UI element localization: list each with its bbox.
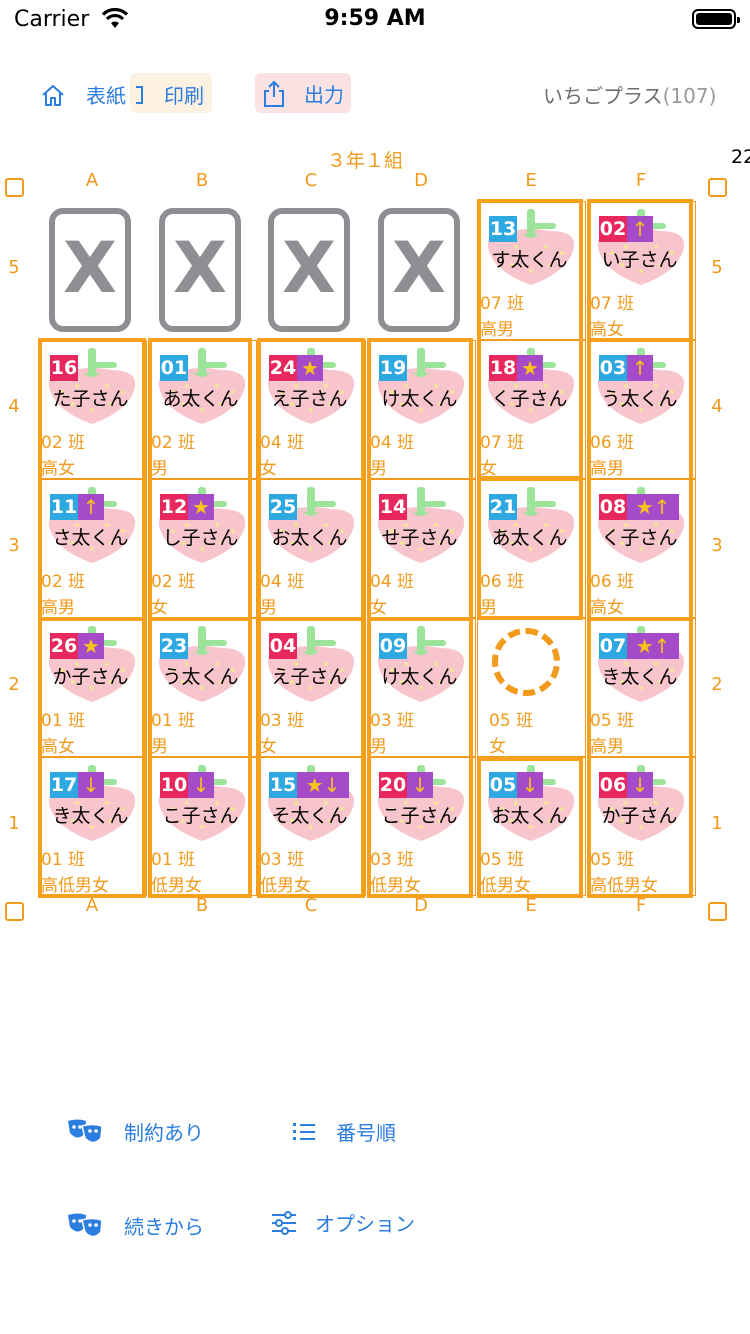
corner-checkbox[interactable] xyxy=(5,902,24,921)
empty-seat-marker xyxy=(492,628,560,696)
group-outline xyxy=(38,617,146,898)
group-outline xyxy=(257,617,365,898)
row-header: 2 xyxy=(711,674,723,695)
group-outline xyxy=(148,338,252,621)
column-header: D xyxy=(414,170,428,191)
status-bar: Carrier 9:59 AM xyxy=(0,0,750,40)
app-title: いちごプラス(107) xyxy=(543,84,717,108)
export-button[interactable]: 出力 xyxy=(262,79,344,108)
corner-checkbox[interactable] xyxy=(708,178,727,197)
column-header: A xyxy=(85,170,99,191)
continue-button[interactable]: 続きから xyxy=(66,1211,204,1240)
blocked-seat[interactable]: X xyxy=(49,208,131,332)
column-header: C xyxy=(304,895,318,916)
group-outline xyxy=(257,338,365,621)
column-header: C xyxy=(304,170,318,191)
group-outline xyxy=(38,338,146,621)
row-header: 3 xyxy=(8,535,20,556)
column-header: F xyxy=(635,170,647,191)
row-header: 3 xyxy=(711,535,723,556)
row-header: 4 xyxy=(8,396,20,417)
student-count: 22 xyxy=(731,146,750,168)
column-header: D xyxy=(414,895,428,916)
options-label: オプション xyxy=(315,1212,415,1236)
list-number-icon xyxy=(293,1122,315,1140)
clock: 9:59 AM xyxy=(324,6,426,31)
print-label: 印刷 xyxy=(164,84,204,108)
class-title: ３年１組 xyxy=(326,150,403,172)
cover-label: 表紙 xyxy=(86,84,126,108)
continue-label: 続きから xyxy=(124,1215,204,1239)
order-button[interactable]: 番号順 xyxy=(292,1117,396,1146)
masks-icon xyxy=(68,1119,103,1143)
column-header: F xyxy=(635,895,647,916)
constraint-button[interactable]: 制約あり xyxy=(66,1117,204,1146)
print-button[interactable]: 印刷 xyxy=(134,80,204,109)
seat-e2[interactable]: 05 班女 xyxy=(477,618,586,757)
group-outline xyxy=(587,617,693,898)
column-header: B xyxy=(195,895,209,916)
group-outline xyxy=(477,199,583,480)
sliders-icon xyxy=(272,1210,296,1235)
masks-icon xyxy=(68,1213,103,1237)
column-header: E xyxy=(525,170,537,191)
group-outline xyxy=(367,617,473,898)
order-label: 番号順 xyxy=(336,1121,396,1145)
row-header: 1 xyxy=(8,813,20,834)
constraint-label: 制約あり xyxy=(124,1121,204,1145)
blocked-seat[interactable]: X xyxy=(159,208,241,332)
row-header: 4 xyxy=(711,396,723,417)
export-label: 出力 xyxy=(304,83,344,107)
column-header: B xyxy=(195,170,209,191)
blocked-seat[interactable]: X xyxy=(378,208,460,332)
cover-button[interactable]: 表紙 xyxy=(40,80,126,109)
row-header: 1 xyxy=(711,813,723,834)
corner-checkbox[interactable] xyxy=(5,178,24,197)
row-header: 2 xyxy=(8,674,20,695)
group-label: 05 班 xyxy=(489,711,534,731)
group-outline xyxy=(367,338,473,621)
battery-icon xyxy=(692,9,740,29)
group-outline xyxy=(477,757,583,898)
share-icon xyxy=(264,80,284,107)
row-header: 5 xyxy=(8,257,20,278)
column-header: E xyxy=(525,895,537,916)
corner-checkbox[interactable] xyxy=(708,902,727,921)
group-outline xyxy=(587,199,693,342)
printer-icon xyxy=(136,85,143,104)
column-header: A xyxy=(85,895,99,916)
group-outline xyxy=(587,338,693,621)
attribute-label: 女 xyxy=(489,737,506,757)
row-header: 5 xyxy=(711,257,723,278)
group-outline xyxy=(477,477,583,620)
home-icon xyxy=(42,84,64,106)
blocked-seat[interactable]: X xyxy=(268,208,350,332)
options-button[interactable]: オプション xyxy=(271,1208,415,1237)
group-outline xyxy=(148,617,252,898)
